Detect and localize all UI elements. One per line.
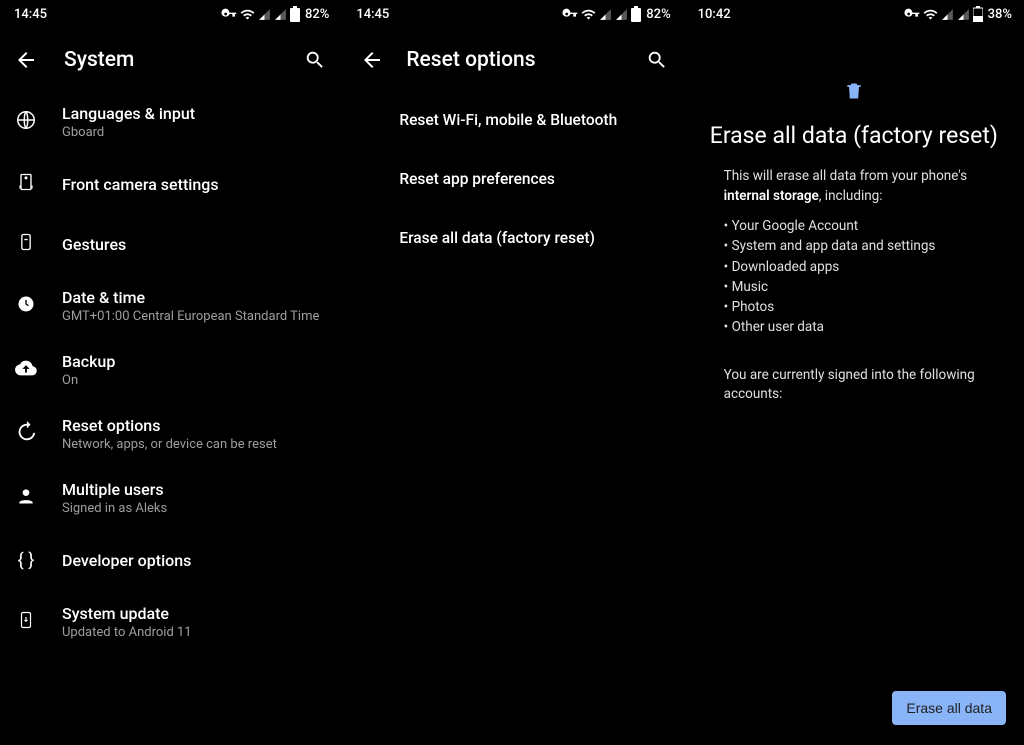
row-reset-app-prefs[interactable]: Reset app preferences (342, 149, 682, 208)
trash-icon (844, 80, 864, 106)
row-erase-all-data[interactable]: Erase all data (factory reset) (342, 208, 682, 267)
screen-reset-options: 14:45 82% Reset options Reset Wi-Fi, mob… (341, 0, 682, 745)
arrow-back-icon (14, 48, 38, 72)
status-bar: 14:45 82% (0, 0, 341, 28)
app-header: System (0, 28, 341, 90)
selfie-camera-icon (16, 172, 36, 196)
reset-options-list: Reset Wi-Fi, mobile & Bluetooth Reset ap… (342, 90, 682, 267)
row-reset-options[interactable]: Reset options Network, apps, or device ca… (0, 402, 341, 466)
row-developer-options[interactable]: { } Developer options (0, 530, 341, 590)
app-header: Reset options (342, 28, 682, 90)
search-icon (304, 49, 326, 71)
bullet-item: System and app data and settings (724, 236, 1000, 256)
signal-icon (258, 8, 271, 21)
screens-container: 14:45 82% System Languages & inputGbo (0, 0, 1024, 745)
status-bar: 14:45 82% (342, 0, 682, 28)
factory-reset-bullets: Your Google Account System and app data … (684, 206, 1024, 338)
row-date-time[interactable]: Date & time GMT+01:00 Central European St… (0, 274, 341, 338)
row-title: Front camera settings (62, 175, 219, 194)
row-title: Date & time (62, 288, 319, 307)
status-time: 14:45 (356, 7, 389, 22)
row-title: Multiple users (62, 480, 167, 499)
search-button[interactable] (303, 48, 327, 72)
bullet-item: Downloaded apps (724, 257, 1000, 277)
page-title: System (64, 48, 277, 72)
back-button[interactable] (360, 48, 384, 72)
row-reset-wifi-mobile-bt[interactable]: Reset Wi-Fi, mobile & Bluetooth (342, 90, 682, 149)
page-title: Erase all data (factory reset) (698, 122, 1010, 149)
vpn-key-icon (904, 6, 920, 22)
row-subtitle: Signed in as Aleks (62, 501, 167, 516)
row-title: Reset app preferences (399, 170, 555, 188)
row-multiple-users[interactable]: Multiple users Signed in as Aleks (0, 466, 341, 530)
braces-icon: { } (18, 550, 35, 571)
settings-list: Languages & input Gboard Front camera set… (0, 90, 341, 654)
status-time: 10:42 (698, 7, 731, 22)
row-title: Backup (62, 352, 115, 371)
row-languages-input[interactable]: Languages & input Gboard (0, 90, 341, 154)
signal-icon (599, 8, 612, 21)
row-subtitle: GMT+01:00 Central European Standard Time (62, 309, 319, 324)
gesture-icon (16, 232, 36, 256)
status-bar: 10:42 38% (684, 0, 1024, 28)
system-update-icon (17, 609, 35, 635)
row-backup[interactable]: Backup On (0, 338, 341, 402)
signal-icon (274, 8, 287, 21)
row-title: Languages & input (62, 104, 195, 123)
row-title: Reset options (62, 416, 277, 435)
status-battery: 38% (988, 7, 1012, 22)
signal-icon (941, 8, 954, 21)
vpn-key-icon (562, 6, 578, 22)
status-right: 38% (904, 6, 1012, 22)
back-button[interactable] (14, 48, 38, 72)
row-subtitle: On (62, 373, 115, 388)
history-icon (15, 421, 37, 447)
search-button[interactable] (645, 48, 669, 72)
status-battery: 82% (646, 7, 670, 22)
row-front-camera[interactable]: Front camera settings (0, 154, 341, 214)
row-title: System update (62, 604, 192, 623)
page-title: Reset options (406, 48, 622, 72)
vpn-key-icon (221, 6, 237, 22)
status-battery: 82% (305, 7, 329, 22)
bullet-item: Photos (724, 297, 1000, 317)
row-subtitle: Gboard (62, 125, 195, 140)
search-icon (646, 49, 668, 71)
cloud-upload-icon (15, 357, 37, 383)
row-title: Erase all data (factory reset) (399, 229, 595, 247)
factory-reset-body: Erase all data (factory reset) This will… (684, 28, 1024, 405)
factory-reset-accounts-note: You are currently signed into the follow… (684, 338, 1024, 405)
battery-icon (631, 6, 641, 22)
factory-reset-intro: This will erase all data from your phone… (684, 167, 1024, 206)
status-right: 82% (562, 6, 670, 22)
bullet-item: Your Google Account (724, 216, 1000, 236)
wifi-icon (240, 7, 255, 22)
row-title: Gestures (62, 235, 126, 254)
signal-icon (615, 8, 628, 21)
row-subtitle: Updated to Android 11 (62, 625, 192, 640)
bullet-item: Other user data (724, 317, 1000, 337)
wifi-icon (923, 7, 938, 22)
status-right: 82% (221, 6, 329, 22)
row-subtitle: Network, apps, or device can be reset (62, 437, 277, 452)
row-gestures[interactable]: Gestures (0, 214, 341, 274)
status-time: 14:45 (14, 7, 47, 22)
row-title: Reset Wi-Fi, mobile & Bluetooth (399, 111, 617, 129)
bullet-item: Music (724, 277, 1000, 297)
row-title: Developer options (62, 551, 191, 570)
globe-icon (15, 109, 37, 135)
person-icon (16, 486, 36, 510)
screen-system: 14:45 82% System Languages & inputGbo (0, 0, 341, 745)
wifi-icon (581, 7, 596, 22)
battery-icon (290, 6, 300, 22)
screen-factory-reset: 10:42 38% Erase all data (factory reset)… (683, 0, 1024, 745)
arrow-back-icon (360, 48, 384, 72)
erase-all-data-button[interactable]: Erase all data (892, 691, 1006, 725)
battery-icon (973, 6, 983, 22)
clock-icon (16, 294, 36, 318)
signal-icon (957, 8, 970, 21)
row-system-update[interactable]: System update Updated to Android 11 (0, 590, 341, 654)
